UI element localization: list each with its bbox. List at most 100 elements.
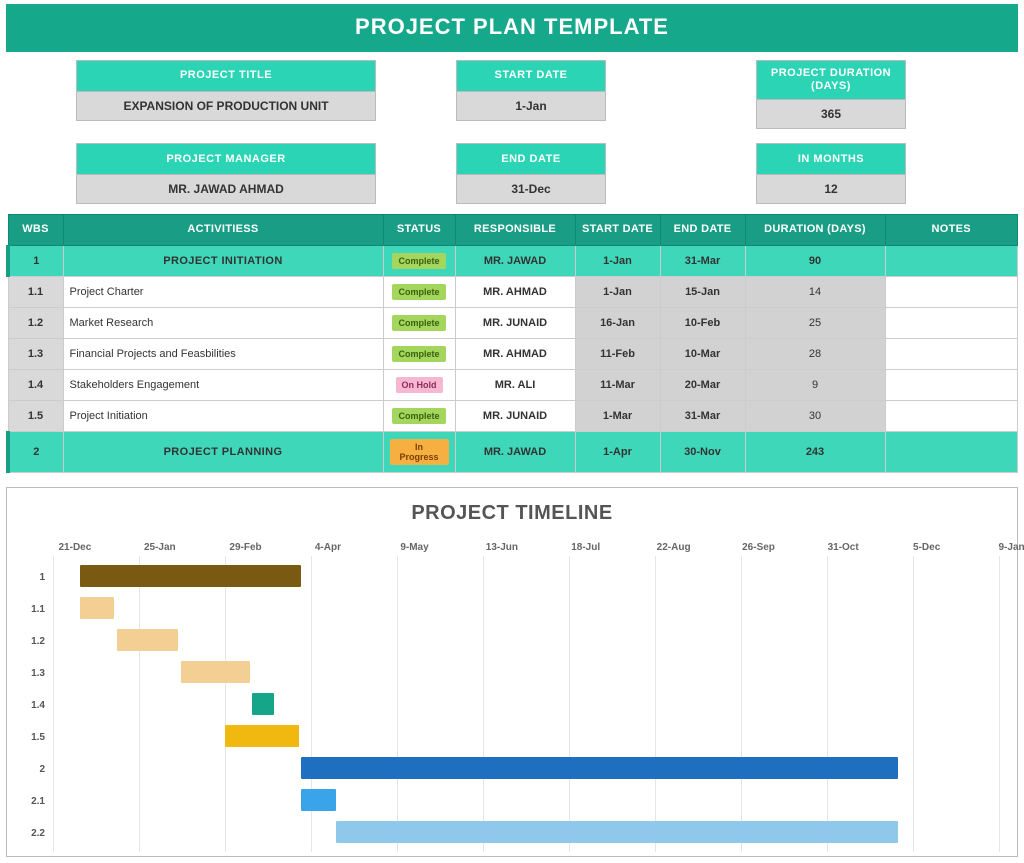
timeline-tick-label: 29-Feb	[229, 542, 230, 553]
table-row: 1.2Market ResearchCompleteMR. JUNAID16-J…	[8, 307, 1018, 338]
timeline-row: 1.1	[19, 594, 999, 626]
timeline-track	[53, 754, 999, 786]
wbs-cell: 2	[8, 431, 63, 472]
timeline-body: 11.11.21.31.41.522.12.2	[19, 562, 999, 852]
table-row: 1.5Project InitiationCompleteMR. JUNAID1…	[8, 400, 1018, 431]
status-badge: On Hold	[396, 377, 443, 393]
timeline-row: 1.2	[19, 626, 999, 658]
notes-cell	[885, 431, 1018, 472]
timeline-tick-label: 9-Jan	[999, 542, 1000, 553]
responsible-cell: MR. ALI	[455, 369, 575, 400]
duration-cell: 30	[745, 400, 885, 431]
status-badge: Complete	[392, 346, 445, 362]
timeline-track	[53, 658, 999, 690]
timeline-row-label: 2.1	[19, 796, 53, 807]
duration-cell: 28	[745, 338, 885, 369]
start-date-cell: 1-Jan	[575, 245, 660, 276]
section-row: 1PROJECT INITIATIONCompleteMR. JAWAD1-Ja…	[8, 245, 1018, 276]
timeline-panel: PROJECT TIMELINE 21-Dec25-Jan29-Feb4-Apr…	[6, 487, 1018, 857]
status-cell: Complete	[383, 307, 455, 338]
duration-cell: 90	[745, 245, 885, 276]
timeline-bar	[301, 789, 335, 811]
timeline-row-label: 2	[19, 764, 53, 775]
col-resp: RESPONSIBLE	[455, 215, 575, 245]
end-date-cell: 10-Feb	[660, 307, 745, 338]
timeline-track	[53, 594, 999, 626]
col-act: ACTIVITIESS	[63, 215, 383, 245]
responsible-cell: MR. AHMAD	[455, 338, 575, 369]
value-duration-days: 365	[756, 100, 906, 129]
timeline-tick-label: 5-Dec	[913, 542, 914, 553]
end-date-cell: 31-Mar	[660, 245, 745, 276]
timeline-track	[53, 818, 999, 850]
start-date-cell: 11-Feb	[575, 338, 660, 369]
notes-cell	[885, 307, 1018, 338]
activity-cell: Project Charter	[63, 276, 383, 307]
duration-cell: 14	[745, 276, 885, 307]
table-header-row: WBS ACTIVITIESS STATUS RESPONSIBLE START…	[8, 215, 1018, 245]
responsible-cell: MR. JAWAD	[455, 431, 575, 472]
timeline-tick-label: 21-Dec	[59, 542, 60, 553]
status-cell: On Hold	[383, 369, 455, 400]
col-start: START DATE	[575, 215, 660, 245]
table-row: 1.1Project CharterCompleteMR. AHMAD1-Jan…	[8, 276, 1018, 307]
timeline-track	[53, 562, 999, 594]
start-date-cell: 1-Jan	[575, 276, 660, 307]
activities-table: WBS ACTIVITIESS STATUS RESPONSIBLE START…	[6, 214, 1018, 472]
timeline-tick-label: 18-Jul	[571, 542, 572, 553]
meta-row-1: PROJECT TITLE EXPANSION OF PRODUCTION UN…	[0, 60, 1024, 129]
end-date-cell: 30-Nov	[660, 431, 745, 472]
notes-cell	[885, 276, 1018, 307]
responsible-cell: MR. JUNAID	[455, 307, 575, 338]
status-badge: Complete	[392, 253, 445, 269]
timeline-row: 1	[19, 562, 999, 594]
timeline-row: 1.5	[19, 722, 999, 754]
timeline-track	[53, 626, 999, 658]
timeline-row-label: 1.5	[19, 732, 53, 743]
responsible-cell: MR. JAWAD	[455, 245, 575, 276]
duration-cell: 9	[745, 369, 885, 400]
timeline-bar	[80, 565, 301, 587]
col-stat: STATUS	[383, 215, 455, 245]
activity-cell: Stakeholders Engagement	[63, 369, 383, 400]
end-date-cell: 20-Mar	[660, 369, 745, 400]
timeline-tick-label: 26-Sep	[742, 542, 743, 553]
timeline-row-label: 2.2	[19, 828, 53, 839]
timeline-bar	[225, 725, 299, 747]
timeline-row: 2.2	[19, 818, 999, 850]
timeline-row: 2.1	[19, 786, 999, 818]
timeline-bar	[301, 757, 898, 779]
timeline-tick-label: 9-May	[400, 542, 401, 553]
duration-cell: 25	[745, 307, 885, 338]
label-duration-days: PROJECT DURATION (DAYS)	[756, 60, 906, 100]
wbs-cell: 1.5	[8, 400, 63, 431]
timeline-bar	[117, 629, 178, 651]
activity-cell: Financial Projects and Feasbilities	[63, 338, 383, 369]
timeline-row-label: 1	[19, 572, 53, 583]
section-row: 2PROJECT PLANNINGIn ProgressMR. JAWAD1-A…	[8, 431, 1018, 472]
end-date-cell: 31-Mar	[660, 400, 745, 431]
duration-cell: 243	[745, 431, 885, 472]
activity-cell: Project Initiation	[63, 400, 383, 431]
activity-cell: PROJECT INITIATION	[63, 245, 383, 276]
status-cell: Complete	[383, 400, 455, 431]
start-date-cell: 1-Apr	[575, 431, 660, 472]
wbs-cell: 1.4	[8, 369, 63, 400]
value-in-months: 12	[756, 175, 906, 204]
wbs-cell: 1.2	[8, 307, 63, 338]
start-date-cell: 1-Mar	[575, 400, 660, 431]
label-end-date: END DATE	[456, 143, 606, 175]
notes-cell	[885, 338, 1018, 369]
col-notes: NOTES	[885, 215, 1018, 245]
status-cell: Complete	[383, 338, 455, 369]
status-cell: Complete	[383, 276, 455, 307]
timeline-tick-label: 4-Apr	[315, 542, 316, 553]
value-project-title: EXPANSION OF PRODUCTION UNIT	[76, 92, 376, 121]
timeline-tick-label: 22-Aug	[657, 542, 658, 553]
meta-row-2: PROJECT MANAGER MR. JAWAD AHMAD END DATE…	[0, 143, 1024, 204]
timeline-bar	[80, 597, 114, 619]
timeline-tick-label: 13-Jun	[486, 542, 487, 553]
status-badge: Complete	[392, 315, 445, 331]
timeline-row-label: 1.2	[19, 636, 53, 647]
label-project-manager: PROJECT MANAGER	[76, 143, 376, 175]
